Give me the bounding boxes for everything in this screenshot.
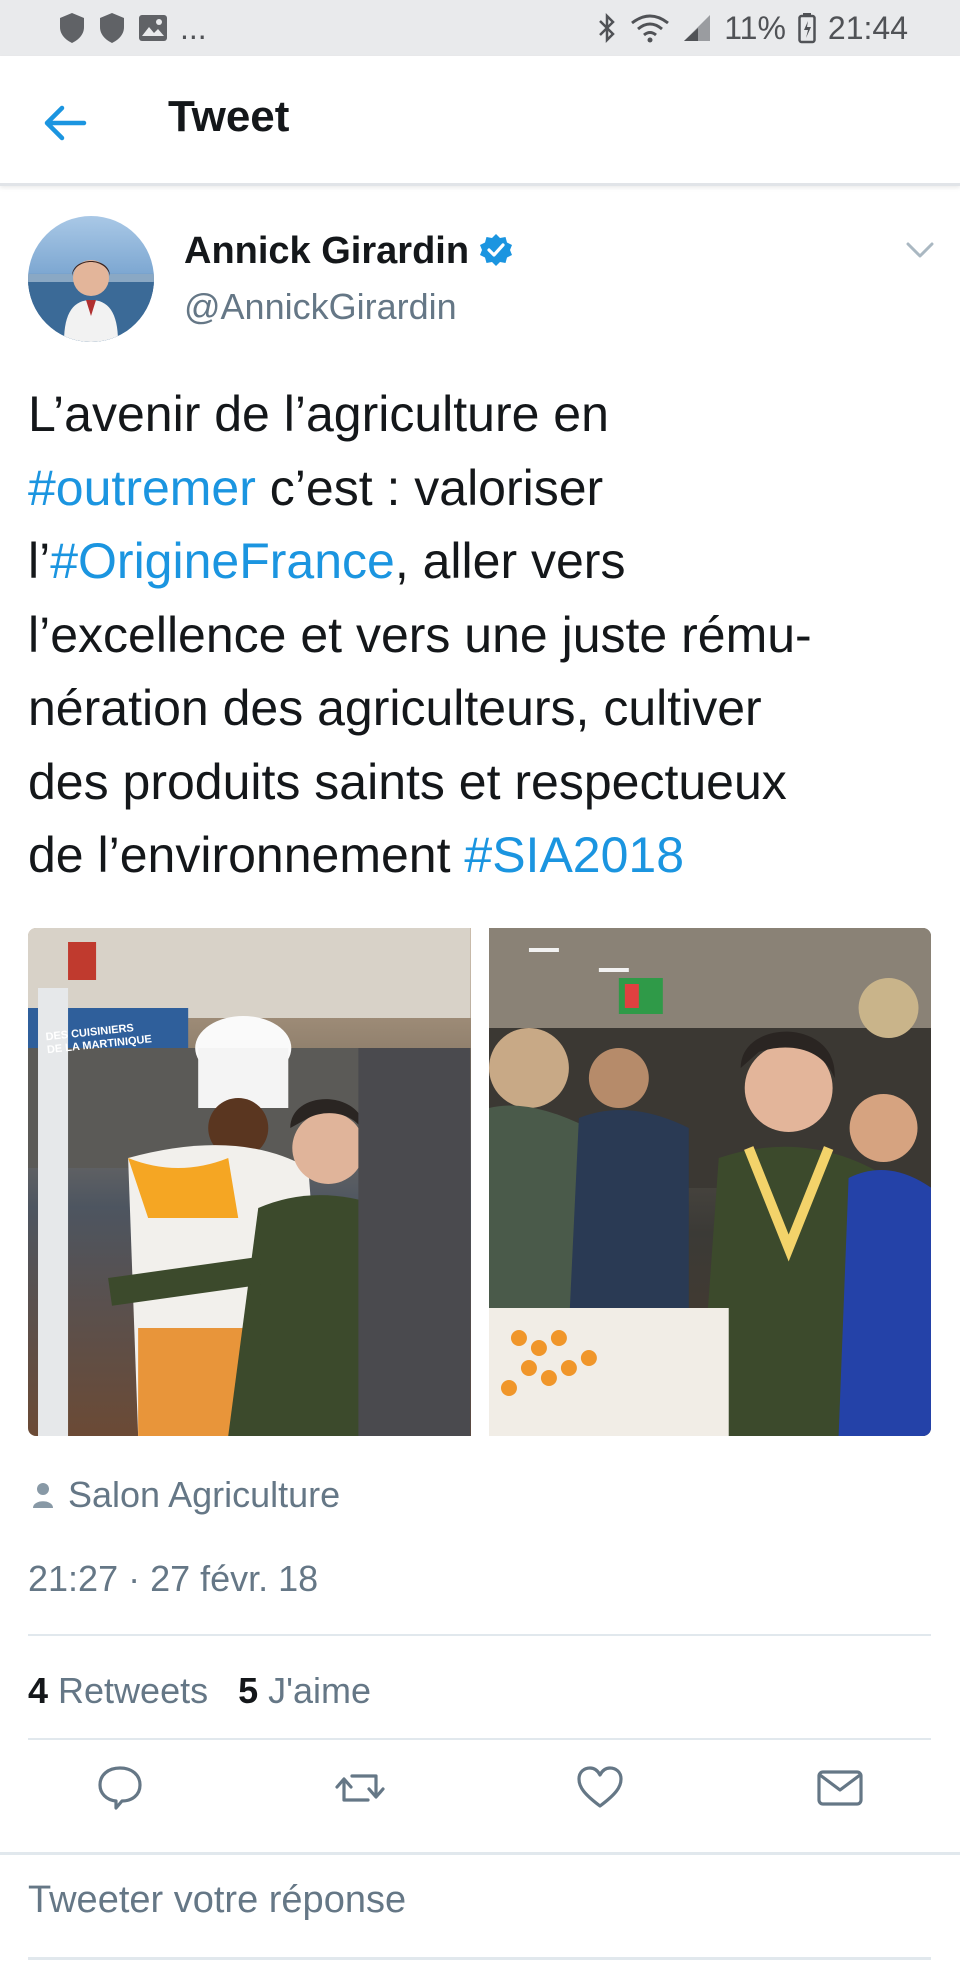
app-header: Tweet — [0, 56, 960, 186]
tweet-line: l’excellence et vers une juste rému- — [28, 606, 812, 663]
tweet-line: L’avenir de l’agriculture en — [28, 386, 609, 442]
battery-icon — [798, 13, 816, 44]
retweets-label: Retweets — [58, 1670, 209, 1711]
status-overflow: ... — [180, 9, 207, 46]
divider — [28, 1738, 931, 1740]
clock: 21:44 — [827, 9, 908, 46]
like-icon[interactable] — [574, 1762, 626, 1814]
tweet-photo[interactable] — [488, 928, 931, 1436]
retweet-icon[interactable] — [334, 1762, 386, 1814]
tweet-line: de l’environnement #SIA2018 — [28, 819, 938, 893]
tweet-stats: 4 Retweets 5 J'aime — [28, 1670, 371, 1712]
chevron-down-icon[interactable] — [904, 238, 936, 262]
shield-icon — [60, 13, 84, 43]
reply-bar: Tweeter votre réponse — [0, 1852, 960, 1973]
location[interactable]: Salon Agriculture — [32, 1474, 340, 1516]
reply-input[interactable]: Tweeter votre réponse — [28, 1879, 406, 1922]
divider — [28, 1634, 931, 1636]
avatar[interactable] — [28, 216, 154, 342]
page-title: Tweet — [168, 92, 290, 141]
battery-percent: 11% — [724, 9, 786, 46]
media-grid: DES CUISINIERS DE LA MARTINIQUE — [28, 928, 931, 1436]
back-arrow-icon[interactable] — [42, 100, 88, 146]
photo-scene — [28, 928, 471, 1436]
status-left: ... — [58, 10, 207, 47]
status-right: 11% 21:44 — [596, 10, 908, 47]
likes-label: J'aime — [268, 1670, 372, 1711]
shield-icon — [100, 13, 124, 43]
hashtag-outremer[interactable]: #outremer — [28, 460, 256, 516]
person-icon — [33, 1483, 53, 1508]
location-label: Salon Agriculture — [68, 1474, 341, 1515]
signal-icon — [684, 15, 711, 41]
retweets-count: 4 — [28, 1670, 49, 1711]
tweet-line: des produits saints et respectueux — [28, 753, 787, 810]
tweet-text: L’avenir de l’agriculture en #outremer c… — [28, 378, 938, 893]
author-handle[interactable]: @AnnickGirardin — [184, 286, 457, 328]
reply-underline — [28, 1957, 931, 1960]
bluetooth-icon — [599, 12, 616, 44]
wifi-icon — [631, 14, 670, 43]
tweet-fragment: de l’environnement — [28, 827, 465, 883]
tweet-fragment: , aller vers — [394, 533, 626, 589]
hashtag-originefrance[interactable]: #OrigineFrance — [50, 533, 395, 589]
tweet-fragment: l’ — [28, 533, 51, 589]
tweet-fragment: c’est : valoriser — [255, 459, 604, 516]
hashtag-sia2018[interactable]: #SIA2018 — [464, 827, 684, 883]
tweet-photo[interactable]: DES CUISINIERS DE LA MARTINIQUE — [28, 928, 471, 1436]
tweet-line: l’#OrigineFrance, aller vers — [28, 525, 938, 599]
likes-count: 5 — [238, 1670, 259, 1711]
reply-icon[interactable] — [94, 1762, 146, 1814]
retweets-stat[interactable]: 4 Retweets — [28, 1670, 208, 1712]
timestamp: 21:27 · 27 févr. 18 — [28, 1558, 319, 1599]
image-icon — [139, 15, 167, 41]
avatar-portrait — [28, 260, 154, 342]
photo-scene — [488, 928, 931, 1436]
verified-badge-icon — [480, 234, 512, 266]
tweet-actions — [0, 1762, 960, 1832]
status-bar: ... 11% 21:44 — [0, 0, 960, 56]
tweet-line: #outremer c’est : valoriser — [28, 452, 938, 526]
message-icon[interactable] — [814, 1762, 866, 1814]
likes-stat[interactable]: 5 J'aime — [238, 1670, 371, 1712]
tweet-line: nération des agriculteurs, cultiver — [28, 680, 762, 736]
author-name[interactable]: Annick Girardin — [184, 230, 469, 273]
